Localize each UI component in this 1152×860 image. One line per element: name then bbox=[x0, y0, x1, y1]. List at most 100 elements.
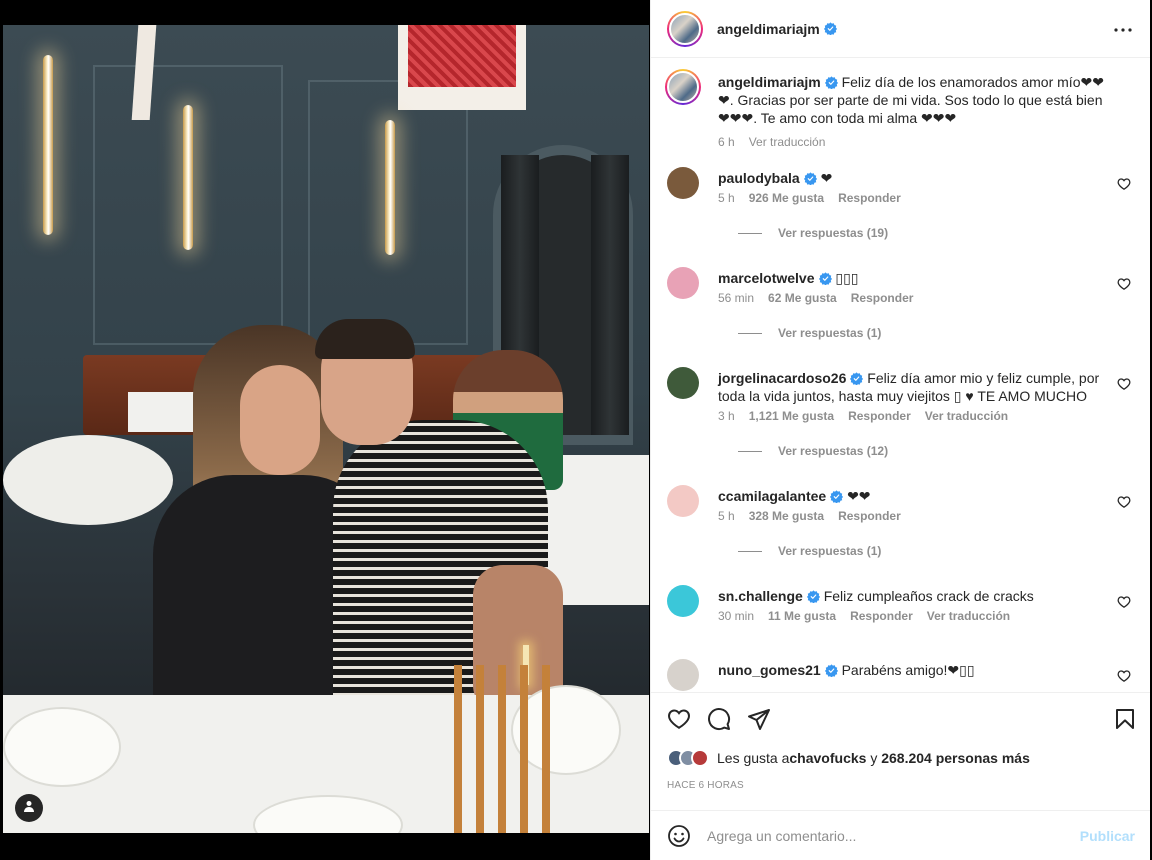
verified-badge-icon bbox=[803, 171, 817, 186]
commenter-username[interactable]: marcelotwelve bbox=[718, 270, 815, 286]
author-avatar[interactable] bbox=[665, 69, 701, 105]
man-hair bbox=[315, 319, 415, 359]
comment-text: Parabéns amigo!❤▯▯ bbox=[841, 662, 975, 678]
heart-icon bbox=[1117, 670, 1131, 687]
translate-link[interactable]: Ver traducción bbox=[927, 609, 1010, 623]
user-tag-icon bbox=[23, 799, 35, 817]
replies-divider bbox=[738, 332, 762, 334]
commenter-username[interactable]: ccamilagalantee bbox=[718, 488, 826, 504]
emoji-icon bbox=[667, 824, 691, 852]
like-button[interactable] bbox=[667, 707, 691, 731]
woman-face bbox=[240, 365, 320, 475]
comment-body: marcelotwelve ▯▯▯ bbox=[718, 269, 1118, 287]
view-replies-button[interactable]: Ver respuestas (19) bbox=[738, 226, 888, 240]
comment-likes-count[interactable]: 1,121 Me gusta bbox=[749, 409, 834, 423]
plate bbox=[3, 707, 121, 787]
caption-username[interactable]: angeldimariajm bbox=[718, 74, 821, 90]
liker-avatars bbox=[667, 749, 709, 767]
verified-badge-icon bbox=[823, 22, 837, 36]
comment-button[interactable] bbox=[707, 707, 731, 731]
likes-prefix: Les gusta a bbox=[717, 750, 790, 766]
translate-link[interactable]: Ver traducción bbox=[925, 409, 1008, 423]
comment-icon bbox=[707, 708, 731, 735]
heart-icon bbox=[1117, 278, 1131, 295]
view-replies-label: Ver respuestas (1) bbox=[778, 326, 882, 340]
view-replies-label: Ver respuestas (19) bbox=[778, 226, 889, 240]
comment-like-button[interactable] bbox=[1117, 377, 1131, 391]
commenter-username[interactable]: paulodybala bbox=[718, 170, 800, 186]
comment-likes-count[interactable]: 926 Me gusta bbox=[749, 191, 824, 205]
author-avatar[interactable] bbox=[667, 10, 703, 47]
add-comment-bar: Publicar bbox=[651, 810, 1151, 860]
comment-body: paulodybala ❤ bbox=[718, 169, 1118, 187]
author-username[interactable]: angeldimariajm bbox=[717, 21, 820, 37]
user-tag-button[interactable] bbox=[15, 794, 43, 822]
wall-lamp bbox=[43, 55, 53, 235]
comment-input[interactable] bbox=[707, 827, 1067, 844]
wall-lamp bbox=[385, 120, 395, 255]
wall-lamp bbox=[183, 105, 193, 250]
replies-divider bbox=[738, 550, 762, 552]
view-replies-label: Ver respuestas (1) bbox=[778, 544, 882, 558]
commenter-username[interactable]: nuno_gomes21 bbox=[718, 662, 821, 678]
liker-avatar bbox=[691, 749, 709, 767]
comment-like-button[interactable] bbox=[1117, 177, 1131, 191]
heart-icon bbox=[1117, 178, 1131, 195]
comment-likes-count[interactable]: 62 Me gusta bbox=[768, 291, 837, 305]
commenter-avatar[interactable] bbox=[667, 167, 699, 199]
view-replies-button[interactable]: Ver respuestas (12) bbox=[738, 444, 888, 458]
commenter-avatar[interactable] bbox=[667, 367, 699, 399]
post-photo[interactable] bbox=[3, 25, 649, 833]
comment-body: sn.challenge Feliz cumpleaños crack de c… bbox=[718, 587, 1118, 605]
post-timestamp: HACE 6 HORAS bbox=[667, 780, 744, 791]
commenter-avatar[interactable] bbox=[667, 659, 699, 691]
caption-body: angeldimariajm Feliz día de los enamorad… bbox=[718, 73, 1118, 127]
commenter-username[interactable]: jorgelinacardoso26 bbox=[718, 370, 846, 386]
likes-mid: y bbox=[866, 750, 882, 766]
comment-likes-count[interactable]: 11 Me gusta bbox=[768, 609, 836, 623]
share-button[interactable] bbox=[747, 707, 771, 731]
wall-art-card bbox=[398, 25, 526, 110]
verified-badge-icon bbox=[818, 271, 832, 286]
reply-button[interactable]: Responder bbox=[838, 191, 901, 205]
likes-summary: Les gusta a chavofucks y 268.204 persona… bbox=[667, 749, 1030, 767]
comment-text: ▯▯▯ bbox=[835, 270, 859, 286]
view-replies-button[interactable]: Ver respuestas (1) bbox=[738, 544, 881, 558]
reply-button[interactable]: Responder bbox=[838, 509, 901, 523]
verified-badge-icon bbox=[824, 75, 838, 90]
commenter-avatar[interactable] bbox=[667, 267, 699, 299]
likes-user-link[interactable]: chavofucks bbox=[789, 750, 866, 766]
reply-button[interactable]: Responder bbox=[851, 291, 914, 305]
verified-badge-icon bbox=[830, 489, 844, 504]
commenter-avatar[interactable] bbox=[667, 585, 699, 617]
view-replies-label: Ver respuestas (12) bbox=[778, 444, 889, 458]
view-replies-button[interactable]: Ver respuestas (1) bbox=[738, 326, 881, 340]
comment-like-button[interactable] bbox=[1117, 495, 1131, 509]
caption-meta: 6 h Ver traducción bbox=[718, 135, 825, 149]
translate-link[interactable]: Ver traducción bbox=[749, 135, 826, 149]
reply-button[interactable]: Responder bbox=[850, 609, 913, 623]
comment-body: jorgelinacardoso26 Feliz día amor mio y … bbox=[718, 369, 1118, 405]
comment-meta: 56 min 62 Me gusta Responder bbox=[718, 291, 913, 305]
commenter-username[interactable]: sn.challenge bbox=[718, 588, 803, 604]
comment-like-button[interactable] bbox=[1117, 277, 1131, 291]
heart-icon bbox=[667, 709, 691, 735]
reply-button[interactable]: Responder bbox=[848, 409, 911, 423]
heart-icon bbox=[1117, 378, 1131, 395]
breadsticks bbox=[448, 665, 558, 833]
comment-text: ❤❤ bbox=[847, 488, 871, 504]
emoji-button[interactable] bbox=[667, 824, 691, 848]
bookmark-icon bbox=[1113, 709, 1137, 735]
save-button[interactable] bbox=[1113, 707, 1137, 731]
more-options-button[interactable] bbox=[1111, 18, 1135, 38]
publish-button[interactable]: Publicar bbox=[1080, 828, 1135, 844]
comment-like-button[interactable] bbox=[1117, 595, 1131, 609]
comments-list[interactable]: angeldimariajm Feliz día de los enamorad… bbox=[651, 59, 1151, 691]
comment-like-button[interactable] bbox=[1117, 669, 1131, 683]
replies-divider bbox=[738, 450, 762, 452]
comment-likes-count[interactable]: 328 Me gusta bbox=[749, 509, 824, 523]
heart-icon bbox=[1117, 596, 1131, 613]
dining-table bbox=[3, 435, 173, 525]
commenter-avatar[interactable] bbox=[667, 485, 699, 517]
likes-count-link[interactable]: 268.204 personas más bbox=[881, 750, 1030, 766]
